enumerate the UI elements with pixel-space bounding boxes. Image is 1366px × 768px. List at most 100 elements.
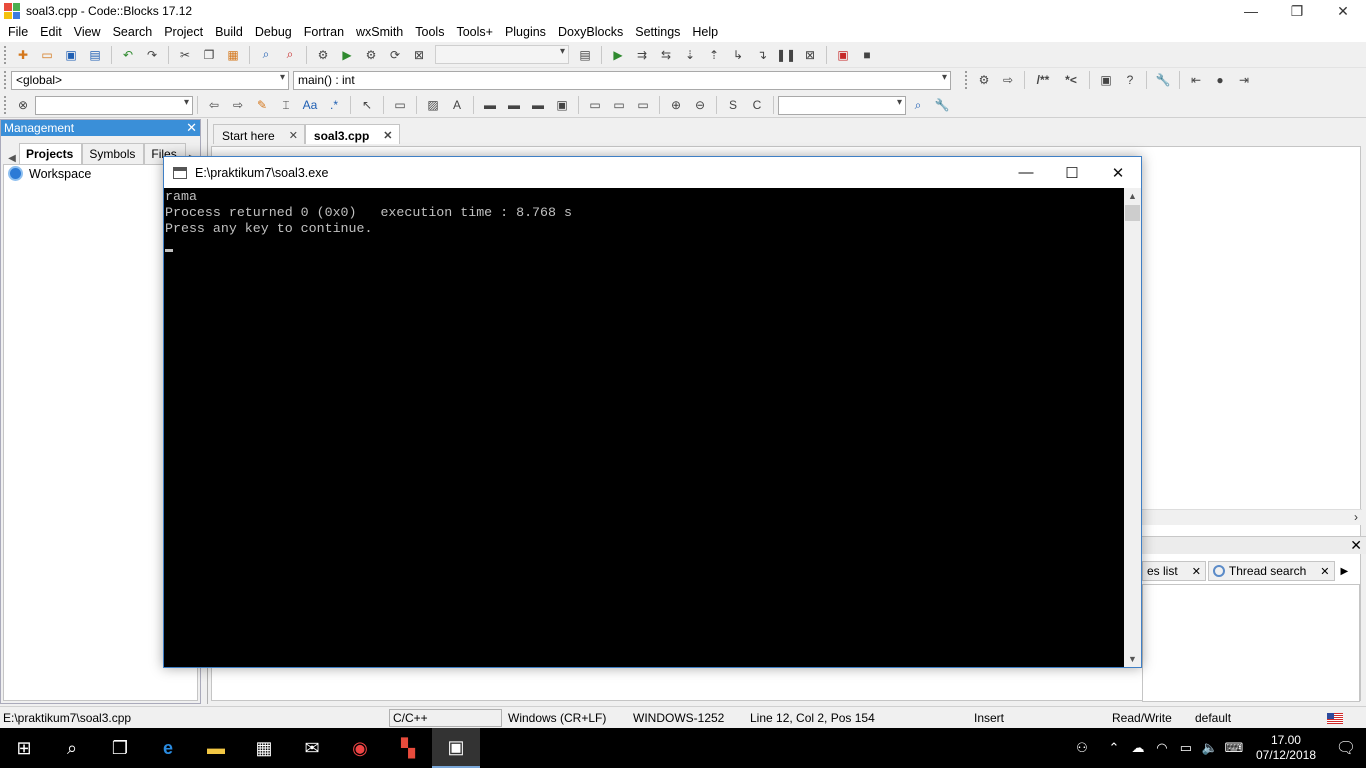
thread-search-input[interactable]: ▾ <box>778 95 906 115</box>
stop-debug-icon[interactable]: ⊠ <box>800 45 820 65</box>
close-icon[interactable]: ✕ <box>1350 537 1362 554</box>
notifications-icon[interactable]: 🗨 <box>1326 738 1366 758</box>
menu-view[interactable]: View <box>68 25 107 39</box>
align-middle-icon[interactable]: ▬ <box>504 95 524 115</box>
console-close-button[interactable]: ✕ <box>1095 157 1141 188</box>
scroll-thumb[interactable] <box>1125 205 1140 221</box>
build-and-run-icon[interactable]: ⚙ <box>361 45 381 65</box>
toggle-bookmark-icon[interactable]: ● <box>1210 70 1230 90</box>
pause-icon[interactable]: ❚❚ <box>776 45 796 65</box>
start-windows-icon[interactable]: ⊞ <box>0 728 48 768</box>
mail-icon[interactable]: ✉ <box>288 728 336 768</box>
scroll-right-icon[interactable]: › <box>1354 510 1358 524</box>
menu-tools[interactable]: Tools <box>409 25 450 39</box>
align-full-icon[interactable]: ▣ <box>552 95 572 115</box>
menu-wxsmith[interactable]: wxSmith <box>350 25 409 39</box>
build-target-select[interactable]: ▾ <box>435 45 569 64</box>
abort-icon[interactable]: ⊠ <box>409 45 429 65</box>
menu-debug[interactable]: Debug <box>249 25 298 39</box>
minimize-button[interactable]: — <box>1228 0 1274 22</box>
build-options-icon[interactable]: ▤ <box>575 45 595 65</box>
run-icon[interactable]: ▶ <box>337 45 357 65</box>
align-bottom-icon[interactable]: ▬ <box>528 95 548 115</box>
menu-file[interactable]: File <box>2 25 34 39</box>
doxy-line-comment-button[interactable]: *< <box>1059 70 1083 90</box>
redo-icon[interactable]: ↷ <box>142 45 162 65</box>
border-right-icon[interactable]: ▭ <box>633 95 653 115</box>
step-into-icon[interactable]: ⇣ <box>680 45 700 65</box>
close-icon[interactable]: ✕ <box>186 120 197 136</box>
match-case-icon[interactable]: Aa <box>300 95 320 115</box>
console-taskbar-icon[interactable]: ▣ <box>432 728 480 768</box>
replace-icon[interactable]: ⌕ <box>280 45 300 65</box>
menu-project[interactable]: Project <box>158 25 209 39</box>
console-output[interactable]: rama Process returned 0 (0x0) execution t… <box>164 188 1124 667</box>
widget-box-icon[interactable]: ▭ <box>390 95 410 115</box>
function-select[interactable]: main() : int ▾ <box>293 70 951 90</box>
tab-scroll-right-icon[interactable]: ▶ <box>1341 566 1349 577</box>
run-to-cursor-icon[interactable]: ⇉ <box>632 45 652 65</box>
selected-text-only-icon[interactable]: ⌶ <box>276 95 296 115</box>
step-out-icon[interactable]: ⇡ <box>704 45 724 65</box>
widget-text-icon[interactable]: A <box>447 95 467 115</box>
tab-soal3-cpp[interactable]: soal3.cpp ✕ <box>304 124 400 144</box>
menu-edit[interactable]: Edit <box>34 25 68 39</box>
taskbar-clock[interactable]: 17.00 07/12/2018 <box>1246 733 1326 763</box>
highlight-icon[interactable]: ✎ <box>252 95 272 115</box>
scroll-down-icon[interactable]: ▼ <box>1124 651 1141 667</box>
align-top-icon[interactable]: ▬ <box>480 95 500 115</box>
paste-icon[interactable]: ▦ <box>223 45 243 65</box>
close-tab-icon[interactable]: ✕ <box>383 129 392 142</box>
close-button[interactable]: ✕ <box>1320 0 1366 22</box>
zoom-out-icon[interactable]: ⊖ <box>690 95 710 115</box>
clear-search-icon[interactable]: ⊗ <box>13 95 33 115</box>
zoom-in-icon[interactable]: ⊕ <box>666 95 686 115</box>
undo-icon[interactable]: ↶ <box>118 45 138 65</box>
toolbar-grip[interactable] <box>4 71 8 89</box>
debugging-windows-icon[interactable]: ▣ <box>833 45 853 65</box>
search-next-icon[interactable]: ⇨ <box>228 95 248 115</box>
toolbar-grip[interactable] <box>965 71 969 89</box>
widget-image-icon[interactable]: ▨ <box>423 95 443 115</box>
close-tab-icon[interactable]: ✕ <box>289 129 298 142</box>
menu-fortran[interactable]: Fortran <box>298 25 350 39</box>
doxy-wizard-icon[interactable]: ⚙ <box>974 70 994 90</box>
symbol-c-icon[interactable]: C <box>747 95 767 115</box>
thread-search-options-icon[interactable]: 🔧 <box>932 95 952 115</box>
scroll-up-icon[interactable]: ▲ <box>1124 188 1141 204</box>
open-file-icon[interactable]: ▭ <box>37 45 57 65</box>
new-file-icon[interactable]: ✚ <box>13 45 33 65</box>
toolbar-grip[interactable] <box>4 96 8 114</box>
debug-start-icon[interactable]: ▶ <box>608 45 628 65</box>
tab-todo-list[interactable]: es list ✕ <box>1142 561 1206 581</box>
battery-icon[interactable]: ▭ <box>1174 740 1198 756</box>
various-info-icon[interactable]: ■ <box>857 45 877 65</box>
tab-thread-search[interactable]: Thread search ✕ <box>1207 561 1335 581</box>
save-all-icon[interactable]: ▤ <box>85 45 105 65</box>
people-icon[interactable]: ⚇ <box>1070 740 1094 756</box>
codeblocks-taskbar-icon[interactable]: ▚ <box>384 728 432 768</box>
border-center-icon[interactable]: ▭ <box>609 95 629 115</box>
save-icon[interactable]: ▣ <box>61 45 81 65</box>
incremental-search-input[interactable]: ▾ <box>35 95 193 115</box>
toolbar-grip[interactable] <box>4 45 8 64</box>
show-hidden-icons-icon[interactable]: ⌃ <box>1102 740 1126 756</box>
file-explorer-icon[interactable]: ▬ <box>192 728 240 768</box>
cut-icon[interactable]: ✂ <box>175 45 195 65</box>
regex-icon[interactable]: .* <box>324 95 344 115</box>
store-icon[interactable]: ▦ <box>240 728 288 768</box>
prev-bookmark-icon[interactable]: ⇤ <box>1186 70 1206 90</box>
console-scrollbar[interactable]: ▲ ▼ <box>1124 188 1141 667</box>
edge-browser-icon[interactable]: e <box>144 728 192 768</box>
doxy-extract-icon[interactable]: ⇨ <box>998 70 1018 90</box>
menu-plugins[interactable]: Plugins <box>499 25 552 39</box>
tab-start-here[interactable]: Start here ✕ <box>213 124 305 144</box>
menu-settings[interactable]: Settings <box>629 25 686 39</box>
tab-projects[interactable]: Projects <box>19 143 83 164</box>
find-icon[interactable]: ⌕ <box>256 45 276 65</box>
tab-scroll-left-icon[interactable]: ◀ <box>5 153 19 164</box>
close-tab-icon[interactable]: ✕ <box>1320 565 1329 578</box>
menu-build[interactable]: Build <box>209 25 249 39</box>
console-minimize-button[interactable]: — <box>1003 157 1049 188</box>
close-tab-icon[interactable]: ✕ <box>1192 565 1201 578</box>
